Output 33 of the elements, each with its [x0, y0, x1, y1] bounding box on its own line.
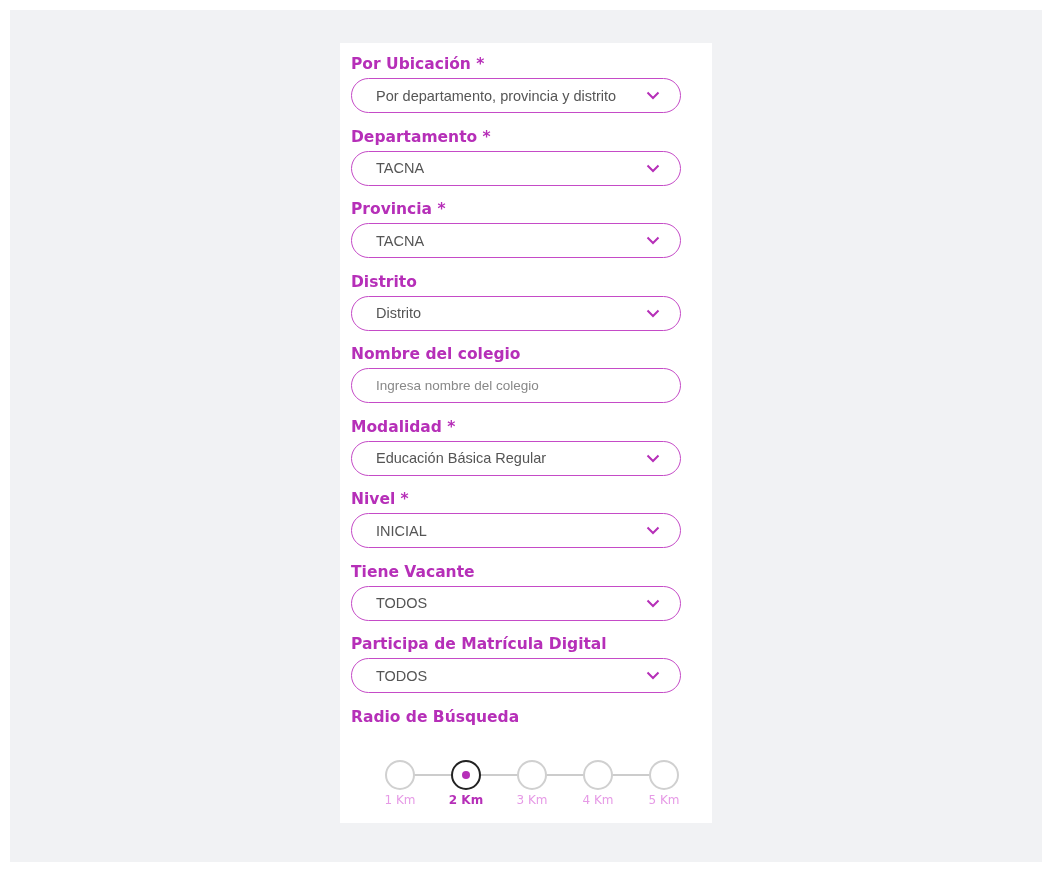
radio-label: 4 Km: [582, 792, 614, 807]
chevron-down-icon: [646, 163, 660, 173]
field-label: Provincia *: [351, 199, 446, 220]
radio-label: 1 Km: [384, 792, 416, 807]
chevron-down-icon: [646, 453, 660, 463]
radio-label: 3 Km: [516, 792, 548, 807]
chevron-down-icon: [646, 308, 660, 318]
select-field[interactable]: Distrito: [351, 295, 681, 331]
select-field[interactable]: TODOS: [351, 658, 681, 693]
chevron-down-icon: [646, 91, 660, 100]
select-field[interactable]: TACNA: [351, 150, 681, 186]
field-label: Distrito: [351, 271, 417, 293]
select-field[interactable]: TACNA: [351, 223, 681, 258]
select-field[interactable]: Educación Básica Regular: [351, 440, 681, 476]
field-label: Radio de Búsqueda: [351, 706, 520, 728]
field-label: Por Ubicación *: [351, 54, 485, 75]
chevron-down-icon: [646, 526, 660, 535]
field-label: Modalidad *: [351, 416, 456, 438]
input-field[interactable]: Ingresa nombre del colegio: [351, 368, 681, 403]
field-label: Participa de Matrícula Digital: [351, 634, 607, 655]
select-field[interactable]: TODOS: [351, 585, 681, 621]
field-label: Tiene Vacante: [351, 561, 475, 583]
field-label: Nivel *: [351, 489, 409, 510]
select-field[interactable]: INICIAL: [351, 513, 681, 548]
chevron-down-icon: [646, 236, 660, 245]
radio-button[interactable]: [451, 759, 481, 790]
radio-label: 5 Km: [648, 792, 680, 807]
select-field[interactable]: Por departamento, provincia y distrito: [351, 78, 681, 113]
field-label: Departamento *: [351, 126, 491, 148]
field-label: Nombre del colegio: [351, 344, 521, 365]
chevron-down-icon: [646, 671, 660, 680]
chevron-down-icon: [646, 598, 660, 608]
radio-label: 2 Km: [448, 792, 484, 807]
